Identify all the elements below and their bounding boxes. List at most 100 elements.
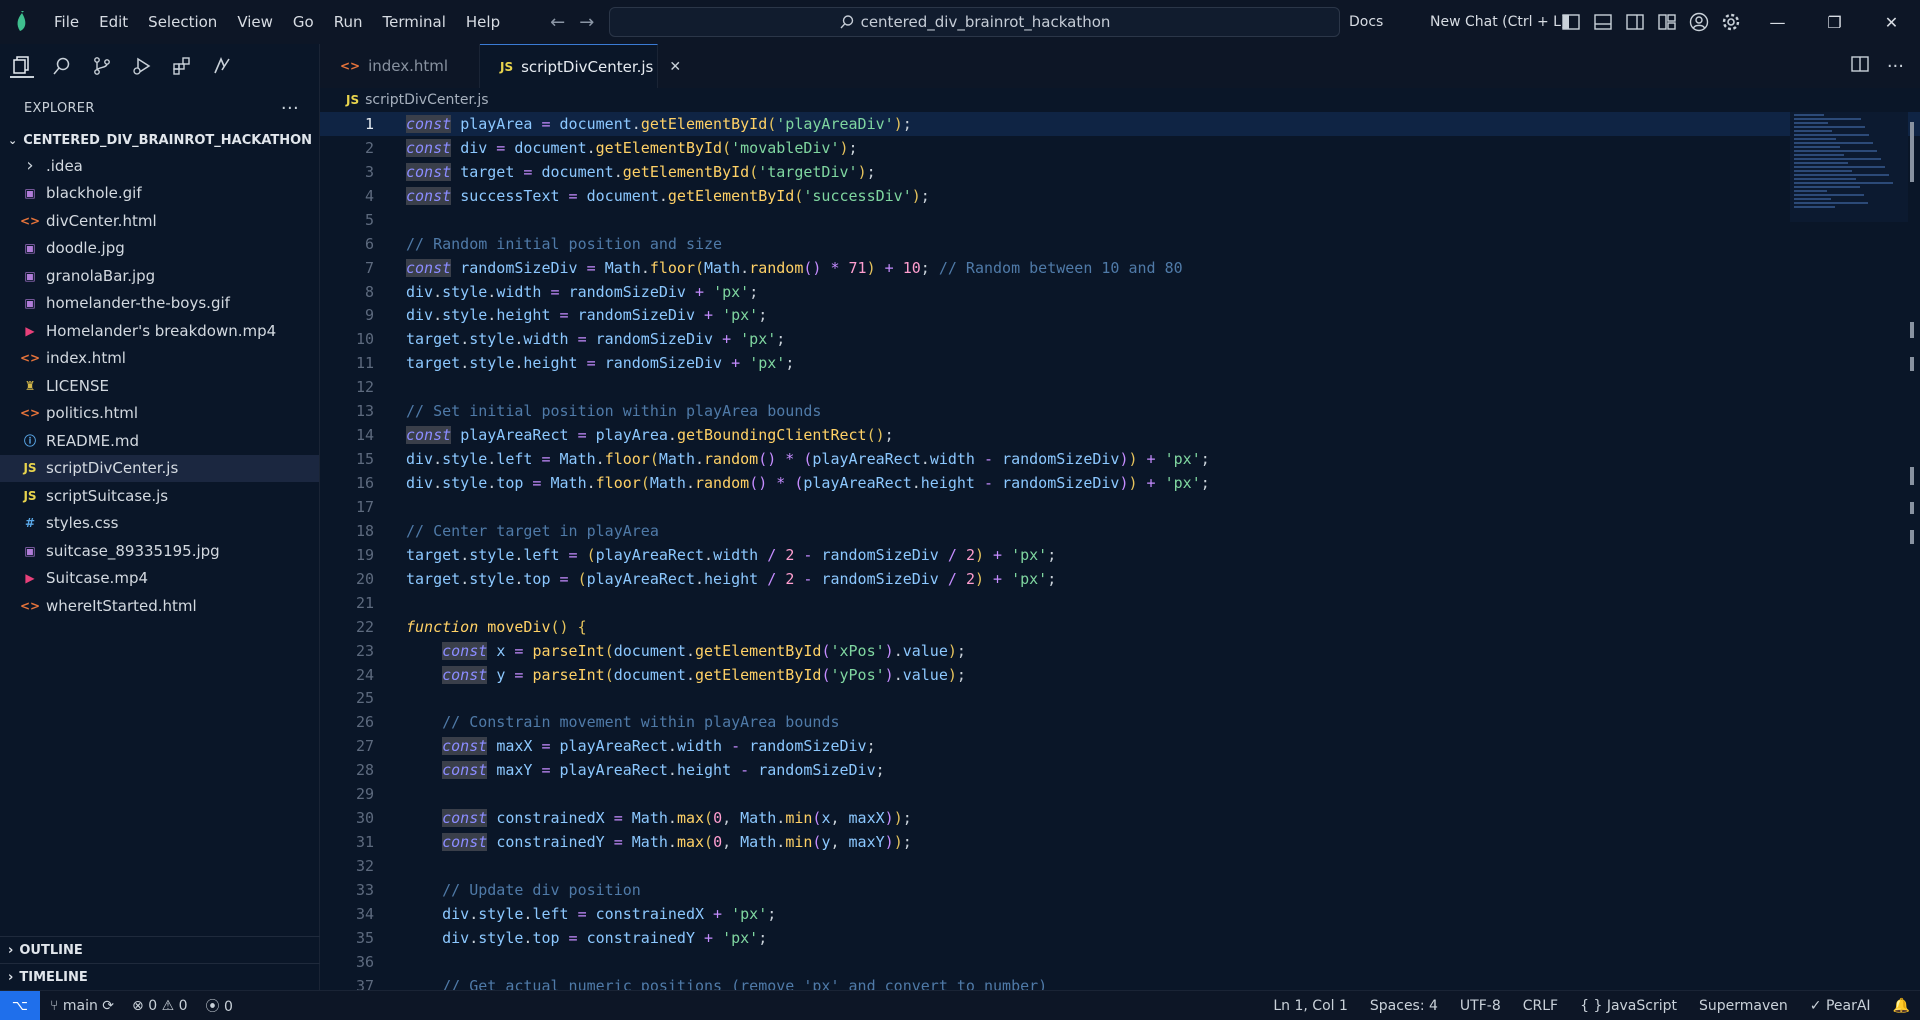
command-center-search[interactable]: centered_div_brainrot_hackathon: [609, 7, 1340, 37]
explorer-icon[interactable]: [10, 54, 34, 78]
file-item[interactable]: ▣ blackhole.gif: [0, 180, 319, 208]
tab-index-html[interactable]: <> index.html: [320, 44, 480, 88]
menu-item-file[interactable]: File: [44, 0, 89, 44]
file-item[interactable]: ▣ homelander-the-boys.gif: [0, 290, 319, 318]
menu-item-view[interactable]: View: [227, 0, 283, 44]
file-item[interactable]: <> politics.html: [0, 400, 319, 428]
problems-status[interactable]: ⊗ 0 ⚠ 0: [132, 998, 188, 1014]
code-text: div.style.left = constrainedX + 'px';: [442, 904, 777, 923]
file-item[interactable]: ▶ Suitcase.mp4: [0, 565, 319, 593]
line-number: 35: [355, 928, 374, 947]
toggle-primary-sidebar-icon[interactable]: [1560, 11, 1582, 33]
tab-actions: ···: [1851, 44, 1904, 88]
line-ending[interactable]: CRLF: [1523, 998, 1558, 1014]
file-item[interactable]: <> whereItStarted.html: [0, 592, 319, 620]
file-item[interactable]: ▶ Homelander's breakdown.mp4: [0, 317, 319, 345]
language-label: JavaScript: [1606, 998, 1677, 1014]
code-text: // Random initial position and size: [406, 234, 723, 253]
breadcrumb: JS scriptDivCenter.js: [320, 88, 489, 112]
customize-layout-icon[interactable]: [1656, 11, 1678, 33]
file-item[interactable]: JS scriptSuitcase.js: [0, 482, 319, 510]
file-item[interactable]: ⓘ README.md: [0, 427, 319, 455]
toggle-panel-icon[interactable]: [1592, 11, 1614, 33]
code-text: div.style.height = randomSizeDiv + 'px';: [406, 306, 768, 325]
menu-item-edit[interactable]: Edit: [89, 0, 138, 44]
code-line: 20 target.style.top = (playAreaRect.heigh…: [320, 567, 1920, 591]
remote-icon[interactable]: ⌥: [0, 990, 40, 1020]
line-number: 6: [364, 234, 374, 253]
code-text: // Set initial position within playArea …: [406, 402, 822, 421]
html-icon: <>: [19, 406, 41, 421]
tab-label: index.html: [368, 57, 449, 75]
code-line: 24 const y = parseInt(document.getElemen…: [320, 663, 1920, 687]
code-text: div.style.top = constrainedY + 'px';: [442, 928, 768, 947]
file-name: homelander-the-boys.gif: [46, 294, 230, 313]
encoding[interactable]: UTF-8: [1460, 998, 1501, 1014]
branch-status[interactable]: ⑂ main ⟳: [50, 998, 114, 1014]
file-item[interactable]: ▣ granolaBar.jpg: [0, 262, 319, 290]
menu-item-terminal[interactable]: Terminal: [373, 0, 456, 44]
more-actions-icon[interactable]: ···: [281, 98, 299, 119]
file-item[interactable]: JS scriptDivCenter.js: [0, 454, 319, 482]
back-arrow-icon[interactable]: ←: [550, 12, 565, 33]
error-count: 0: [148, 997, 158, 1014]
split-editor-icon[interactable]: [1851, 56, 1869, 76]
close-icon[interactable]: ✕: [669, 59, 681, 75]
language-mode[interactable]: { } JavaScript: [1580, 998, 1677, 1014]
menu-item-help[interactable]: Help: [456, 0, 510, 44]
line-number: 32: [355, 857, 374, 876]
minimize-icon[interactable]: —: [1749, 0, 1806, 44]
timeline-section[interactable]: › TIMELINE: [0, 963, 320, 990]
file-name: politics.html: [46, 404, 139, 423]
docs-button[interactable]: Docs: [1349, 0, 1383, 44]
more-actions-icon[interactable]: ···: [1887, 56, 1904, 77]
pearai-icon[interactable]: [210, 54, 234, 78]
toggle-secondary-sidebar-icon[interactable]: [1624, 11, 1646, 33]
minimap[interactable]: [1790, 112, 1908, 222]
menu-item-selection[interactable]: Selection: [138, 0, 227, 44]
line-number: 13: [355, 402, 374, 421]
video-icon: ▶: [25, 323, 35, 338]
breadcrumb-file[interactable]: scriptDivCenter.js: [365, 92, 488, 108]
file-item[interactable]: <> index.html: [0, 345, 319, 373]
forward-arrow-icon[interactable]: →: [579, 12, 594, 33]
code-line: 23 const x = parseInt(document.getElemen…: [320, 639, 1920, 663]
info-icon: ⓘ: [23, 434, 36, 449]
file-item[interactable]: <> divCenter.html: [0, 207, 319, 235]
maximize-icon[interactable]: ❐: [1806, 0, 1863, 44]
extensions-icon[interactable]: [170, 54, 194, 78]
search-icon[interactable]: [50, 54, 74, 78]
account-icon[interactable]: [1688, 11, 1710, 33]
notifications-icon[interactable]: 🔔: [1893, 998, 1910, 1014]
indentation[interactable]: Spaces: 4: [1370, 998, 1438, 1014]
file-item[interactable]: ♜ LICENSE: [0, 372, 319, 400]
image-icon: ▣: [24, 296, 36, 311]
run-debug-icon[interactable]: [130, 54, 154, 78]
code-line: 33 // Update div position: [320, 878, 1920, 902]
menu-item-run[interactable]: Run: [324, 0, 373, 44]
source-control-icon[interactable]: [90, 54, 114, 78]
new-chat-button[interactable]: New Chat (Ctrl + L): [1430, 0, 1566, 44]
file-item[interactable]: # styles.css: [0, 510, 319, 538]
supermaven-status[interactable]: Supermaven: [1699, 998, 1788, 1014]
html-icon: <>: [19, 213, 41, 228]
cursor-position[interactable]: Ln 1, Col 1: [1273, 998, 1348, 1014]
code-line: 19 target.style.left = (playAreaRect.widt…: [320, 543, 1920, 567]
scrollbar[interactable]: [1908, 112, 1916, 990]
menu-item-go[interactable]: Go: [283, 0, 324, 44]
layout-controls: [1560, 0, 1742, 44]
file-item[interactable]: ▣ suitcase_89335195.jpg: [0, 537, 319, 565]
pearai-status[interactable]: ✓ PearAI: [1810, 998, 1871, 1014]
line-number: 1: [364, 114, 374, 133]
close-window-icon[interactable]: ✕: [1863, 0, 1920, 44]
gear-icon[interactable]: [1720, 11, 1742, 33]
file-name: Suitcase.mp4: [46, 569, 149, 588]
code-editor[interactable]: 1 const playArea = document.getElementByI…: [320, 112, 1920, 990]
outline-section[interactable]: › OUTLINE: [0, 936, 320, 963]
tab-scriptdivcenter-js[interactable]: JS scriptDivCenter.js ✕: [480, 44, 681, 88]
ports-status[interactable]: ⦿ 0: [206, 996, 233, 1016]
tab-label: scriptDivCenter.js: [521, 57, 654, 76]
folder-header[interactable]: ⌄ CENTERED_DIV_BRAINROT_HACKATHON: [0, 128, 319, 152]
file-item[interactable]: ▣ doodle.jpg: [0, 235, 319, 263]
file-item[interactable]: › .idea: [0, 152, 319, 180]
